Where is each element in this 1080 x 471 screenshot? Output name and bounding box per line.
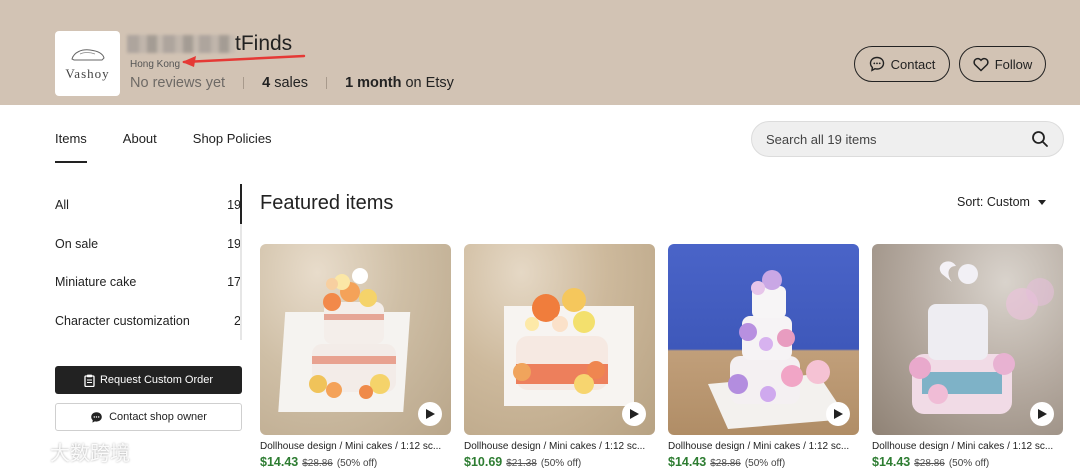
original-price: $28.86 — [710, 458, 741, 469]
divider — [243, 77, 245, 89]
category-on-sale[interactable]: On sale 19 — [55, 225, 241, 264]
listing-image[interactable] — [464, 244, 655, 435]
category-count: 19 — [227, 236, 241, 251]
listing-title[interactable]: Dollhouse design / Mini cakes / 1:12 sc.… — [260, 441, 451, 452]
listing-title[interactable]: Dollhouse design / Mini cakes / 1:12 sc.… — [464, 441, 655, 452]
request-custom-order-button[interactable]: Request Custom Order — [55, 366, 242, 394]
category-all[interactable]: All 19 — [55, 186, 241, 225]
sales-count: 4 — [262, 75, 271, 91]
original-price: $21.38 — [506, 458, 537, 469]
listing-card[interactable]: Dollhouse design / Mini cakes / 1:12 sc.… — [464, 244, 655, 469]
search-icon[interactable] — [1031, 130, 1049, 148]
watermark: 大数跨境 — [8, 437, 130, 466]
category-label: Character customization — [55, 313, 190, 328]
watermark-text: 大数跨境 — [50, 441, 130, 465]
play-video-icon[interactable] — [622, 402, 646, 426]
category-label: On sale — [55, 236, 99, 251]
category-label: All — [55, 198, 69, 213]
contact-shop-owner-label: Contact shop owner — [109, 411, 207, 423]
play-video-icon[interactable] — [418, 402, 442, 426]
play-video-icon[interactable] — [1030, 402, 1054, 426]
listing-price-row: $14.43 $28.86 (50% off) — [872, 455, 1063, 469]
shop-stats: No reviews yet 4 sales 1 month on Etsy — [130, 75, 454, 91]
chat-bubble-icon — [91, 411, 102, 423]
sort-label: Sort: Custom — [957, 195, 1030, 209]
listing-card[interactable]: Dollhouse design / Mini cakes / 1:12 sc.… — [260, 244, 451, 469]
category-sidebar: All 19 On sale 19 Miniature cake 17 Char… — [55, 186, 241, 340]
search-input[interactable] — [766, 131, 996, 147]
contact-button[interactable]: Contact — [854, 46, 950, 82]
clipboard-icon — [84, 374, 95, 387]
tenure-value: 1 month — [345, 75, 402, 91]
listing-price-row: $10.69 $21.38 (50% off) — [464, 455, 655, 469]
reviews-text[interactable]: No reviews yet — [130, 75, 225, 91]
follow-label: Follow — [994, 56, 1033, 72]
caret-down-icon — [1037, 199, 1046, 205]
listing-price-row: $14.43 $28.86 (50% off) — [260, 455, 451, 469]
play-video-icon[interactable] — [826, 402, 850, 426]
listing-card[interactable]: Dollhouse design / Mini cakes / 1:12 sc.… — [872, 244, 1063, 469]
sale-price: $14.43 — [260, 455, 299, 469]
category-count: 17 — [227, 275, 241, 290]
discount-text: (50% off) — [948, 458, 990, 469]
sale-price: $14.43 — [872, 455, 911, 469]
tenure-label: on Etsy — [405, 75, 454, 91]
chat-bubble-icon — [869, 56, 884, 72]
shop-search-bar — [751, 121, 1064, 157]
sale-price: $10.69 — [464, 455, 503, 469]
car-logo-icon — [70, 48, 105, 60]
shop-name: tFinds — [235, 32, 293, 55]
shop-name-redaction — [127, 35, 235, 53]
sales-label: sales — [274, 75, 309, 91]
listing-image[interactable] — [668, 244, 859, 435]
featured-items-heading: Featured items — [260, 192, 394, 214]
heart-icon — [973, 57, 989, 72]
active-category-indicator — [240, 184, 242, 224]
tab-shop-policies[interactable]: Shop Policies — [193, 131, 272, 163]
original-price: $28.86 — [302, 458, 333, 469]
listing-image[interactable] — [872, 244, 1063, 435]
shop-tabs: Items About Shop Policies — [55, 131, 272, 163]
contact-shop-owner-button[interactable]: Contact shop owner — [55, 403, 242, 431]
discount-text: (50% off) — [540, 458, 582, 469]
category-count: 19 — [227, 198, 241, 213]
sidebar-rule — [240, 184, 242, 340]
listing-title[interactable]: Dollhouse design / Mini cakes / 1:12 sc.… — [668, 441, 859, 452]
discount-text: (50% off) — [744, 458, 786, 469]
listing-image[interactable] — [260, 244, 451, 435]
listing-card[interactable]: Dollhouse design / Mini cakes / 1:12 sc.… — [668, 244, 859, 469]
tab-about[interactable]: About — [123, 131, 157, 163]
original-price: $28.86 — [914, 458, 945, 469]
divider — [326, 77, 328, 89]
sale-price: $14.43 — [668, 455, 707, 469]
category-character-customization[interactable]: Character customization 2 — [55, 302, 241, 341]
discount-text: (50% off) — [336, 458, 378, 469]
listing-title[interactable]: Dollhouse design / Mini cakes / 1:12 sc.… — [872, 441, 1063, 452]
follow-button[interactable]: Follow — [959, 46, 1046, 82]
request-custom-order-label: Request Custom Order — [99, 374, 214, 386]
category-miniature-cake[interactable]: Miniature cake 17 — [55, 263, 241, 302]
shop-location: Hong Kong — [130, 59, 181, 70]
logo-wordmark: Vashoy — [65, 65, 110, 81]
contact-label: Contact — [890, 56, 936, 72]
tab-items[interactable]: Items — [55, 131, 87, 163]
watermark-logo-icon — [10, 441, 41, 462]
listing-price-row: $14.43 $28.86 (50% off) — [668, 455, 859, 469]
annotation-arrow-icon — [182, 54, 306, 67]
category-label: Miniature cake — [55, 275, 137, 290]
shop-logo[interactable]: Vashoy — [55, 31, 120, 96]
sort-dropdown[interactable]: Sort: Custom — [957, 195, 1046, 209]
